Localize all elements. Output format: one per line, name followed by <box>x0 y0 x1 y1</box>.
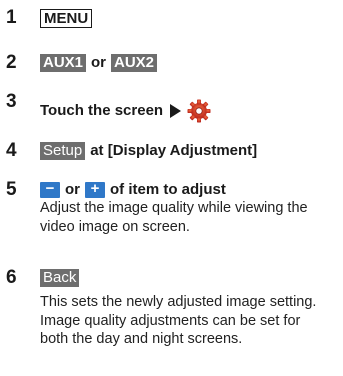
item-to-adjust-text: of item to adjust <box>110 181 226 198</box>
touch-screen-text: Touch the screen <box>40 102 164 119</box>
step-number: 2 <box>6 52 17 73</box>
step-6-description: This sets the newly adjusted image setti… <box>40 294 317 347</box>
step-number: 3 <box>6 91 17 112</box>
step-5-description: Adjust the image quality while viewing t… <box>40 200 308 235</box>
plus-button-icon: + <box>85 181 105 198</box>
back-key: Back <box>40 269 80 287</box>
step-number: 4 <box>6 140 17 161</box>
display-adjustment-text: at [Display Adjustment] <box>90 142 258 159</box>
aux2-key: AUX2 <box>111 54 158 72</box>
settings-gear-icon <box>187 99 211 123</box>
or-connector: or <box>65 181 80 198</box>
minus-button-icon: − <box>40 181 60 198</box>
setup-key: Setup <box>40 142 86 160</box>
step-number: 6 <box>6 267 17 288</box>
right-triangle-arrow-icon <box>170 104 182 118</box>
step-number: 5 <box>6 179 17 200</box>
or-connector: or <box>91 54 107 71</box>
step-number: 1 <box>6 7 17 28</box>
menu-key: MENU <box>40 8 93 28</box>
aux1-key: AUX1 <box>40 54 87 72</box>
